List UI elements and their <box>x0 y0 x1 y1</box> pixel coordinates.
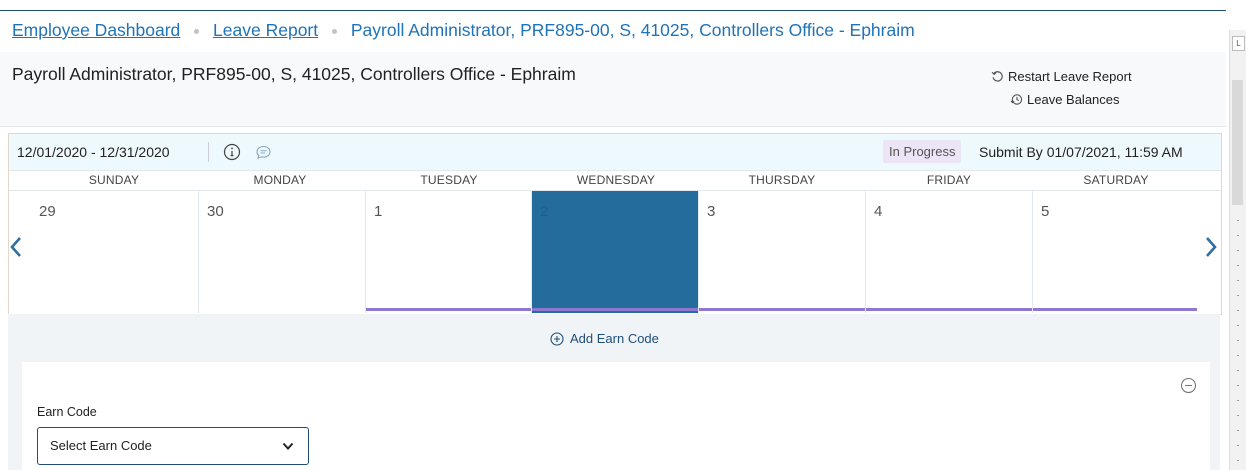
hours-indicator-bar <box>532 308 698 311</box>
pay-period: 12/01/2020 - 12/31/2020 <box>17 144 170 160</box>
day-number: 1 <box>374 203 383 220</box>
scrollbar-thumb[interactable] <box>1232 80 1243 205</box>
ruler-tick <box>1237 415 1239 416</box>
info-icon[interactable] <box>223 143 241 161</box>
ruler-tick <box>1237 340 1239 341</box>
toolbar-divider <box>208 142 209 162</box>
calendar-week-row: 29 30 1 2 3 4 5 <box>9 191 1221 313</box>
breadcrumb-separator <box>194 28 200 34</box>
ruler-tick <box>1237 460 1239 461</box>
comment-icon[interactable] <box>255 144 272 161</box>
minus-circle-icon[interactable] <box>1180 377 1197 394</box>
day-number: 3 <box>707 203 716 220</box>
ruler-tick <box>1237 250 1239 251</box>
restart-leave-report-link[interactable]: Restart Leave Report <box>991 69 1132 84</box>
leave-balances-label: Leave Balances <box>1027 92 1120 107</box>
history-icon <box>1010 94 1023 105</box>
ruler-tick <box>1237 325 1239 326</box>
leave-balances-link[interactable]: Leave Balances <box>1010 92 1120 107</box>
ruler-tick <box>1237 355 1239 356</box>
calendar-toolbar: 12/01/2020 - 12/31/2020 In Progress Subm… <box>9 134 1221 171</box>
weekday-sunday: SUNDAY <box>88 173 140 187</box>
day-cell-5[interactable]: 5 <box>1033 191 1197 313</box>
ruler-tick <box>1237 265 1239 266</box>
status-badge: In Progress <box>883 140 962 163</box>
hours-indicator-bar <box>1033 308 1197 311</box>
weekday-tuesday: TUESDAY <box>420 173 478 187</box>
plus-circle-icon <box>550 331 564 346</box>
weekday-thursday: THURSDAY <box>748 173 816 187</box>
breadcrumb: Employee Dashboard Leave Report Payroll … <box>12 20 915 41</box>
day-cell-3[interactable]: 3 <box>699 191 866 313</box>
earn-code-select[interactable]: Select Earn Code <box>37 427 309 465</box>
ruler-tick <box>1237 370 1239 371</box>
add-earn-code-label: Add Earn Code <box>570 331 659 346</box>
ruler-tick <box>1237 280 1239 281</box>
day-cell-1[interactable]: 1 <box>366 191 532 313</box>
previous-week-chevron-left-icon[interactable] <box>9 236 23 258</box>
ruler-tick <box>1237 220 1239 221</box>
restart-icon <box>991 71 1003 82</box>
earn-code-select-value: Select Earn Code <box>50 438 152 453</box>
ruler-tab-box[interactable]: L <box>1232 36 1245 51</box>
weekday-wednesday: WEDNESDAY <box>576 173 656 187</box>
restart-leave-report-label: Restart Leave Report <box>1008 69 1132 84</box>
day-number: 5 <box>1041 203 1050 220</box>
top-divider <box>0 10 1226 11</box>
day-cell-29[interactable]: 29 <box>31 191 199 313</box>
page-title: Payroll Administrator, PRF895-00, S, 410… <box>12 64 576 84</box>
ruler-tick <box>1237 310 1239 311</box>
day-cell-30[interactable]: 30 <box>199 191 366 313</box>
ruler-tick <box>1237 385 1239 386</box>
next-week-chevron-right-icon[interactable] <box>1204 236 1218 258</box>
day-number: 2 <box>540 203 549 220</box>
day-number: 4 <box>874 203 883 220</box>
hours-indicator-bar <box>366 308 531 311</box>
day-number: 29 <box>39 203 56 220</box>
ruler-tick <box>1237 400 1239 401</box>
ruler-tick <box>1237 430 1239 431</box>
submit-deadline: Submit By 01/07/2021, 11:59 AM <box>979 144 1183 160</box>
breadcrumb-current: Payroll Administrator, PRF895-00, S, 410… <box>350 20 915 40</box>
chevron-down-icon <box>282 442 294 450</box>
breadcrumb-separator <box>332 28 337 34</box>
day-cell-4[interactable]: 4 <box>866 191 1033 313</box>
ruler-tick <box>1237 235 1239 236</box>
ruler-scrollbar[interactable]: L <box>1229 30 1246 470</box>
weekday-header-row: SUNDAY MONDAY TUESDAY WEDNESDAY THURSDAY… <box>9 171 1221 191</box>
hours-indicator-bar <box>699 308 865 311</box>
ruler-tick <box>1237 445 1239 446</box>
add-earn-code-button[interactable]: Add Earn Code <box>550 331 659 346</box>
earn-code-label: Earn Code <box>37 405 97 419</box>
hours-indicator-bar <box>866 308 1032 311</box>
weekday-friday: FRIDAY <box>926 173 972 187</box>
day-cell-2-selected[interactable]: 2 <box>532 191 699 313</box>
breadcrumb-employee-dashboard[interactable]: Employee Dashboard <box>12 20 180 40</box>
calendar: 12/01/2020 - 12/31/2020 In Progress Subm… <box>8 133 1222 315</box>
ruler-tick <box>1237 295 1239 296</box>
day-number: 30 <box>207 203 224 220</box>
weekday-monday: MONDAY <box>253 173 307 187</box>
breadcrumb-leave-report[interactable]: Leave Report <box>213 20 318 40</box>
weekday-saturday: SATURDAY <box>1083 173 1149 187</box>
